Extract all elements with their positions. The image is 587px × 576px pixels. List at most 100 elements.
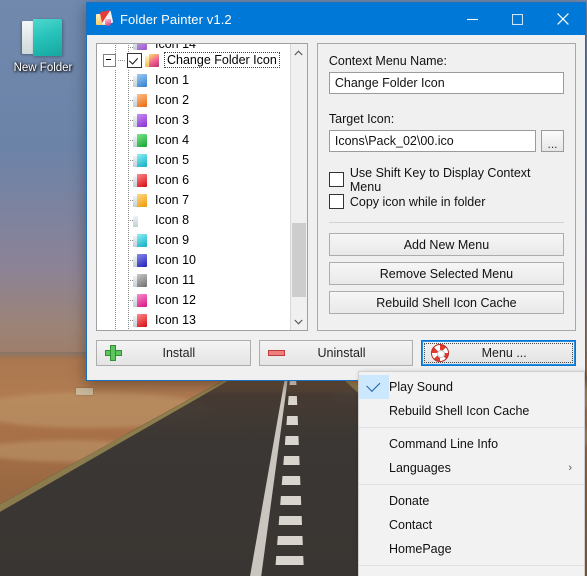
- menu-item-donate[interactable]: Donate: [359, 489, 584, 513]
- tree-item-label: Icon 4: [155, 133, 190, 147]
- folder-icon: [133, 273, 148, 287]
- shift-key-checkbox-row[interactable]: Use Shift Key to Display Context Menu: [328, 166, 564, 194]
- tree-item-label: Icon 1: [155, 73, 190, 87]
- remove-selected-menu-button[interactable]: Remove Selected Menu: [328, 262, 564, 285]
- tree-item[interactable]: Icon 13: [97, 310, 290, 330]
- divider: [328, 222, 564, 223]
- menu-item-label: Languages: [389, 461, 451, 475]
- desktop-icon-label: New Folder: [13, 62, 73, 74]
- menu-item-label: Play Sound: [389, 380, 453, 394]
- tree-item[interactable]: Icon 2: [97, 90, 290, 110]
- scrollbar-track[interactable]: [291, 61, 307, 313]
- menu-button-label: Menu ...: [481, 346, 527, 360]
- folder-painter-window: Folder Painter v1.2 Change Folder Icon I…: [86, 2, 586, 381]
- rebuild-shell-icon-cache-button[interactable]: Rebuild Shell Icon Cache: [328, 291, 564, 314]
- tree-item[interactable]: Icon 1: [97, 70, 290, 90]
- folder-icon: [133, 113, 148, 127]
- target-icon-input[interactable]: Icons\Pack_02\00.ico: [328, 130, 536, 152]
- folder-icon: [133, 173, 148, 187]
- minimize-icon[interactable]: [450, 3, 495, 35]
- chevron-down-icon[interactable]: [291, 313, 307, 330]
- action-bar: Install Uninstall Menu ...: [96, 340, 577, 366]
- menu-item-contact[interactable]: Contact: [359, 513, 584, 537]
- context-menu-name-label: Context Menu Name:: [328, 54, 447, 68]
- uninstall-button-label: Uninstall: [317, 346, 366, 360]
- tree-item[interactable]: Icon 9: [97, 230, 290, 250]
- window-titlebar[interactable]: Folder Painter v1.2: [87, 3, 585, 35]
- icon-tree-view[interactable]: Icon 14 Change Folder Icon: [96, 43, 308, 331]
- shift-key-checkbox[interactable]: [328, 172, 344, 187]
- tree-item[interactable]: Icon 7: [97, 190, 290, 210]
- tree-item-label: Icon 11: [155, 273, 196, 287]
- tree-item-label: Change Folder Icon: [164, 52, 280, 68]
- uninstall-button[interactable]: Uninstall: [258, 340, 414, 366]
- context-menu-name-input[interactable]: Change Folder Icon: [328, 72, 564, 94]
- menu-item-label: Command Line Info: [389, 437, 499, 451]
- folder-icon: [20, 18, 66, 58]
- menu-item-label: HomePage: [389, 542, 452, 556]
- folder-paint-icon: [145, 53, 160, 67]
- menu-item-label: Rebuild Shell Icon Cache: [389, 404, 530, 418]
- tree-item-label: Icon 3: [155, 113, 190, 127]
- desktop-icon-new-folder[interactable]: New Folder: [6, 18, 80, 75]
- menu-separator: [359, 565, 584, 566]
- menu-item-play-sound[interactable]: Play Sound: [359, 375, 584, 399]
- tree-item-label: Icon 7: [155, 193, 190, 207]
- shift-key-checkbox-label: Use Shift Key to Display Context Menu: [349, 165, 531, 194]
- tree-item-label: Icon 2: [155, 93, 190, 107]
- chevron-right-icon: ›: [568, 462, 572, 474]
- tree-item[interactable]: Icon 6: [97, 170, 290, 190]
- tree-rows-container: Icon 14 Change Folder Icon: [97, 44, 290, 330]
- browse-button[interactable]: ...: [541, 130, 564, 152]
- folder-icon: [133, 193, 148, 207]
- menu-item-about[interactable]: About F1: [359, 570, 584, 576]
- tree-item-label: Icon 8: [155, 213, 190, 227]
- menu-item-homepage[interactable]: HomePage: [359, 537, 584, 561]
- tree-item-label: Icon 9: [155, 233, 190, 247]
- folder-icon: [133, 153, 148, 167]
- tree-item[interactable]: Icon 5: [97, 150, 290, 170]
- window-client-area: Icon 14 Change Folder Icon: [87, 35, 585, 380]
- copy-icon-checkbox[interactable]: [328, 194, 344, 209]
- desktop: New Folder Folder Painter v1.2 Change Fo…: [0, 0, 587, 576]
- wallpaper-hut: [76, 388, 93, 395]
- menu-popup[interactable]: Play Sound Rebuild Shell Icon Cache Comm…: [358, 371, 585, 576]
- tree-item-checkbox[interactable]: [127, 52, 142, 68]
- menu-item-label: Donate: [389, 494, 430, 508]
- folder-icon: [133, 233, 148, 247]
- tree-item-change-folder-icon[interactable]: Change Folder Icon: [97, 50, 290, 70]
- close-icon[interactable]: [540, 3, 585, 35]
- target-icon-label: Target Icon:: [328, 112, 395, 126]
- chevron-up-icon[interactable]: [291, 44, 307, 61]
- menu-item-languages[interactable]: Languages ›: [359, 456, 584, 480]
- folder-icon: [133, 214, 148, 227]
- install-button[interactable]: Install: [96, 340, 251, 366]
- folder-icon: [133, 253, 148, 267]
- tree-scrollbar[interactable]: [289, 44, 307, 330]
- copy-icon-checkbox-row[interactable]: Copy icon while in folder: [328, 192, 564, 211]
- tree-item[interactable]: Icon 11: [97, 270, 290, 290]
- tree-item[interactable]: Icon 4: [97, 130, 290, 150]
- folder-icon: [133, 73, 148, 87]
- add-new-menu-button[interactable]: Add New Menu: [328, 233, 564, 256]
- options-panel: Context Menu Name: Change Folder Icon Ta…: [316, 43, 576, 331]
- scrollbar-thumb[interactable]: [291, 223, 306, 297]
- tree-item-label: Icon 10: [155, 253, 197, 267]
- minus-icon: [267, 344, 289, 362]
- tree-item[interactable]: Icon 10: [97, 250, 290, 270]
- collapse-expander-icon[interactable]: [103, 53, 116, 67]
- window-title: Folder Painter v1.2: [120, 11, 232, 27]
- menu-separator: [359, 427, 584, 428]
- plus-icon: [104, 344, 126, 362]
- menu-item-command-line-info[interactable]: Command Line Info: [359, 432, 584, 456]
- menu-item-rebuild-shell-icon-cache[interactable]: Rebuild Shell Icon Cache: [359, 399, 584, 423]
- menu-separator: [359, 484, 584, 485]
- tree-item-label: Icon 5: [155, 153, 190, 167]
- tree-item[interactable]: Icon 3: [97, 110, 290, 130]
- maximize-icon[interactable]: [495, 3, 540, 35]
- menu-button[interactable]: Menu ...: [421, 340, 577, 366]
- tree-item[interactable]: Icon 8: [97, 210, 290, 230]
- tree-item-label: Icon 12: [155, 293, 197, 307]
- tree-item-label: Icon 13: [155, 313, 197, 327]
- tree-item[interactable]: Icon 12: [97, 290, 290, 310]
